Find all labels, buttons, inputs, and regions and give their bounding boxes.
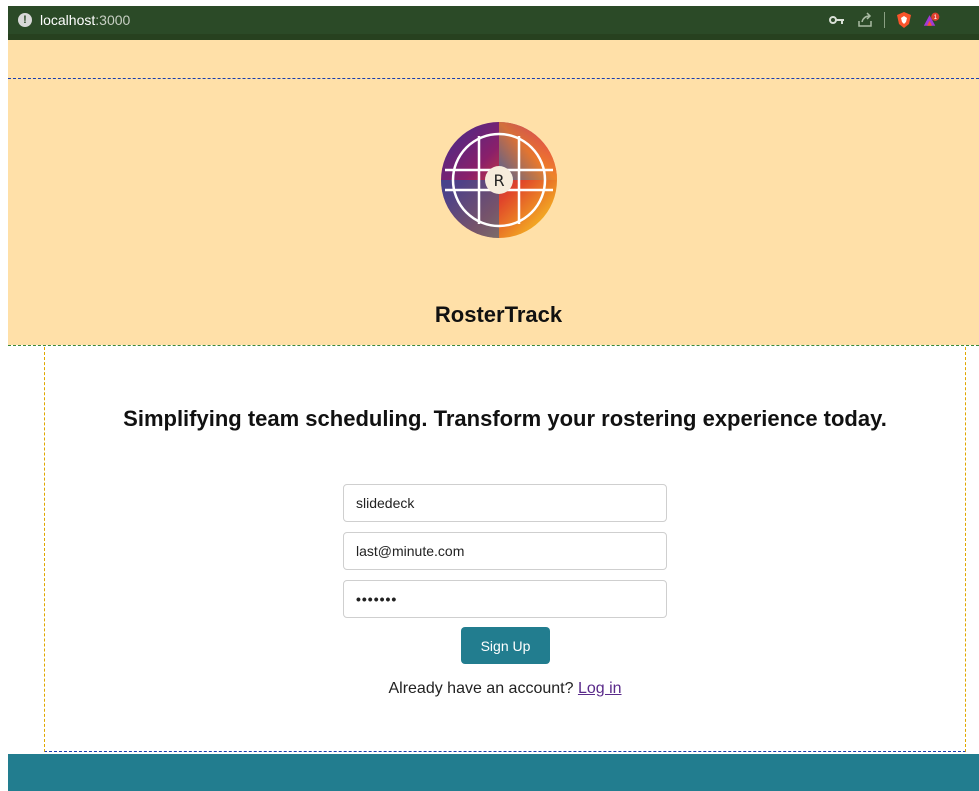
toolbar-separator [884,12,885,28]
key-icon[interactable] [828,11,846,29]
rostertrack-logo-icon: R [441,122,557,238]
tagline: Simplifying team scheduling. Transform y… [123,406,887,431]
header: R RosterTrack [8,40,979,345]
url-host: localhost [40,12,96,28]
rewards-badge: 1 [933,14,937,21]
sign-up-button[interactable]: Sign Up [461,627,550,664]
address-url[interactable]: localhost:3000 [40,11,130,29]
brave-rewards-icon[interactable]: 1 [923,11,941,29]
footer [8,754,979,791]
login-prompt-text: Already have an account? [388,680,574,697]
logo-letter: R [493,171,504,190]
brand-title: RosterTrack [434,302,563,327]
email-field[interactable] [343,532,667,570]
browser-address-bar: ! localhost:3000 1 [8,6,979,34]
password-field[interactable] [343,580,667,618]
header-debug-outline [8,78,979,79]
login-prompt-line: Already have an account? Log in [0,680,979,698]
header-bottom-outline [8,345,979,346]
browser-toolbar-icons: 1 [828,10,941,30]
site-info-icon[interactable]: ! [18,13,32,27]
url-port: :3000 [95,12,131,28]
left-margin [0,0,8,791]
brave-shield-icon[interactable] [895,11,913,29]
page: ! localhost:3000 1 R RosterTrack Simplif… [0,0,979,791]
share-icon[interactable] [856,11,874,29]
username-field[interactable] [343,484,667,522]
login-link[interactable]: Log in [578,680,622,697]
